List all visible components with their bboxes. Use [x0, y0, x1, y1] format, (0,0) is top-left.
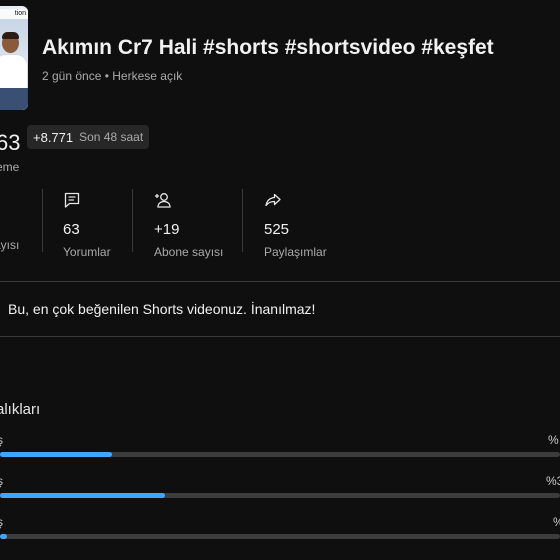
thumbnail-hair	[2, 32, 19, 39]
progress-track	[0, 452, 560, 457]
stat-label: Paylaşımlar	[264, 245, 327, 259]
stat-shares[interactable]: 525 Paylaşımlar	[264, 191, 327, 259]
row-percent: %3	[546, 474, 560, 488]
stat-label-likes: ayısı	[0, 238, 20, 252]
stat-label: Yorumlar	[63, 245, 111, 259]
progress-fill	[0, 534, 7, 539]
stat-value: +19	[154, 221, 180, 238]
divider	[0, 281, 560, 282]
row-label: ş	[0, 515, 3, 529]
views-label: eme	[0, 160, 20, 174]
stat-divider	[242, 189, 243, 252]
stat-value: 63	[63, 221, 80, 238]
progress-fill	[0, 493, 166, 498]
stat-comments[interactable]: 63 Yorumlar	[63, 191, 111, 259]
row-percent: %	[553, 515, 560, 529]
thumbnail-shadow	[0, 88, 28, 110]
views-increase: +8.771	[33, 129, 74, 145]
video-title: Akımın Cr7 Hali #shorts #shortsvideo #ke…	[42, 36, 494, 59]
views-increase-chip: +8.771 Son 48 saat	[27, 125, 150, 149]
stat-label: Abone sayısı	[154, 245, 224, 259]
add-subscriber-icon	[155, 193, 171, 208]
share-icon	[265, 193, 281, 207]
row-label: ş	[0, 433, 3, 447]
comment-icon	[64, 192, 80, 208]
progress-fill	[0, 452, 112, 457]
divider	[0, 336, 560, 337]
progress-track	[0, 493, 560, 498]
progress-track	[0, 534, 560, 539]
breakdown-title: alıkları	[0, 401, 41, 418]
thumbnail-caption: tion	[0, 9, 28, 19]
views-period: Son 48 saat	[79, 130, 144, 144]
achievement-banner: Bu, en çok beğenilen Shorts videonuz. İn…	[8, 301, 316, 317]
stat-divider	[132, 189, 133, 252]
row-percent: %	[548, 433, 559, 447]
row-label: ş	[0, 474, 3, 488]
stat-subscribers[interactable]: +19 Abone sayısı	[154, 191, 223, 259]
video-thumbnail[interactable]: tion	[0, 6, 28, 110]
views-count: 63	[0, 130, 21, 155]
stat-divider	[42, 189, 43, 252]
stat-value: 525	[264, 221, 290, 238]
video-meta: 2 gün önce • Herkese açık	[42, 69, 183, 83]
